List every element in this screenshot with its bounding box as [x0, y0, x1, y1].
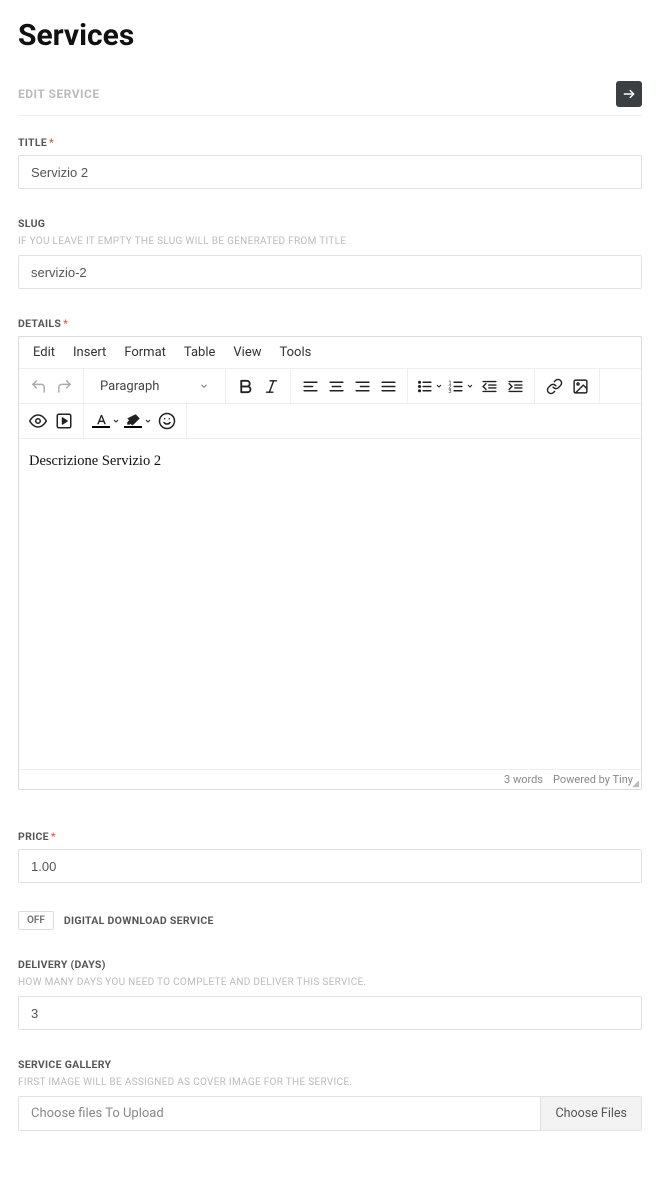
highlight-color-button[interactable] — [122, 408, 154, 434]
menu-table[interactable]: Table — [184, 345, 215, 360]
gallery-help: FIRST IMAGE WILL BE ASSIGNED AS COVER IM… — [18, 1077, 642, 1088]
price-field: PRICE* — [18, 830, 642, 883]
title-label: TITLE* — [18, 136, 642, 149]
undo-button[interactable] — [25, 373, 51, 399]
delivery-help: HOW MANY DAYS YOU NEED TO COMPLETE AND D… — [18, 977, 642, 988]
menu-edit[interactable]: Edit — [33, 345, 55, 360]
align-center-button[interactable] — [323, 373, 349, 399]
title-field: TITLE* — [18, 136, 642, 189]
slug-label: SLUG — [18, 217, 642, 230]
slug-input[interactable] — [18, 255, 642, 289]
editor-statusbar: 3 words Powered by Tiny ◢ — [19, 769, 641, 789]
preview-button[interactable] — [25, 408, 51, 434]
price-label: PRICE* — [18, 830, 642, 843]
details-field: DETAILS* Edit Insert Format Table View T… — [18, 317, 642, 790]
title-input[interactable] — [18, 155, 642, 189]
gallery-field: SERVICE GALLERY FIRST IMAGE WILL BE ASSI… — [18, 1058, 642, 1131]
indent-button[interactable] — [502, 373, 528, 399]
emoji-button[interactable] — [154, 408, 180, 434]
section-header-label: EDIT SERVICE — [18, 87, 100, 101]
delivery-field: DELIVERY (DAYS) HOW MANY DAYS YOU NEED T… — [18, 958, 642, 1030]
powered-by: Powered by Tiny — [553, 773, 633, 786]
choose-files-button[interactable]: Choose Files — [540, 1097, 641, 1130]
align-right-button[interactable] — [349, 373, 375, 399]
menu-insert[interactable]: Insert — [73, 345, 106, 360]
page-title: Services — [18, 18, 642, 53]
text-color-button[interactable] — [90, 408, 122, 434]
svg-text:3: 3 — [449, 388, 452, 394]
details-label: DETAILS* — [18, 317, 642, 330]
slug-field: SLUG IF YOU LEAVE IT EMPTY THE SLUG WILL… — [18, 217, 642, 289]
editor-toolbar-row-1: Paragraph — [19, 369, 641, 404]
file-upload-row: Choose files To Upload Choose Files — [18, 1096, 642, 1131]
price-input[interactable] — [18, 849, 642, 883]
menu-format[interactable]: Format — [124, 345, 166, 360]
section-header: EDIT SERVICE — [18, 81, 642, 116]
slug-help: IF YOU LEAVE IT EMPTY THE SLUG WILL BE G… — [18, 236, 642, 247]
menu-tools[interactable]: Tools — [280, 345, 312, 360]
media-button[interactable] — [51, 408, 77, 434]
image-button[interactable] — [567, 373, 593, 399]
digital-download-toggle[interactable]: OFF — [18, 911, 54, 930]
bullet-list-button[interactable] — [414, 373, 445, 399]
editor-toolbar-row-2 — [19, 404, 641, 439]
block-format-select[interactable]: Paragraph — [90, 379, 219, 394]
link-button[interactable] — [541, 373, 567, 399]
submit-arrow-button[interactable] — [616, 81, 642, 107]
editor-content[interactable]: Descrizione Servizio 2 — [19, 439, 641, 769]
resize-handle-icon[interactable]: ◢ — [632, 781, 639, 787]
align-left-button[interactable] — [297, 373, 323, 399]
italic-button[interactable] — [258, 373, 284, 399]
editor-menubar: Edit Insert Format Table View Tools — [19, 337, 641, 369]
file-placeholder[interactable]: Choose files To Upload — [19, 1097, 540, 1130]
delivery-label: DELIVERY (DAYS) — [18, 958, 642, 971]
bold-button[interactable] — [232, 373, 258, 399]
word-count: 3 words — [504, 773, 543, 786]
outdent-button[interactable] — [476, 373, 502, 399]
digital-download-row: OFF DIGITAL DOWNLOAD SERVICE — [18, 911, 642, 930]
menu-view[interactable]: View — [233, 345, 261, 360]
redo-button[interactable] — [51, 373, 77, 399]
delivery-input[interactable] — [18, 996, 642, 1030]
digital-download-label: DIGITAL DOWNLOAD SERVICE — [64, 914, 214, 927]
align-justify-button[interactable] — [375, 373, 401, 399]
numbered-list-button[interactable]: 123 — [445, 373, 476, 399]
rich-text-editor: Edit Insert Format Table View Tools — [18, 336, 642, 790]
gallery-label: SERVICE GALLERY — [18, 1058, 642, 1071]
